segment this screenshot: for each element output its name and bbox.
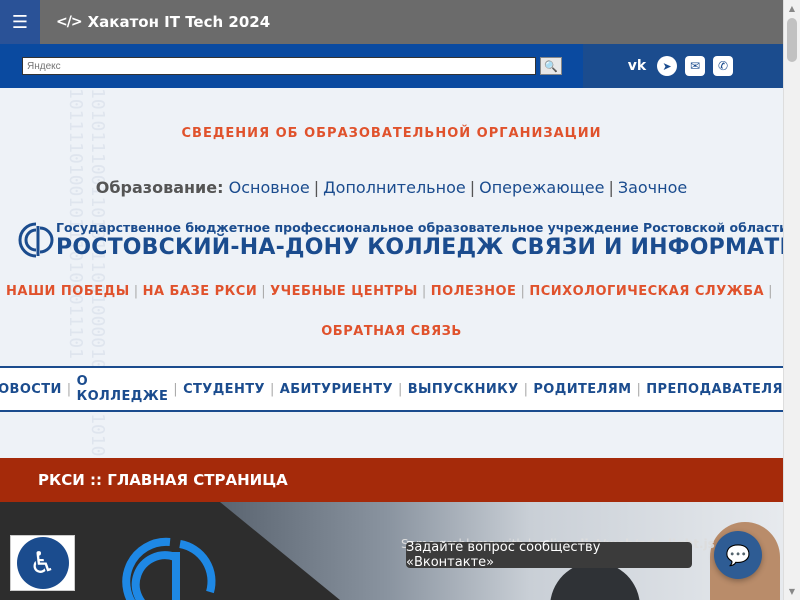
page-scrollbar[interactable]: ▲ ▼: [783, 0, 800, 600]
nav-teachers[interactable]: ПРЕПОДАВАТЕЛЯМ: [646, 382, 783, 397]
feedback-link[interactable]: ОБРАТНАЯ СВЯЗЬ: [0, 324, 783, 339]
page-title-bar: РКСИ :: ГЛАВНАЯ СТРАНИЦА: [0, 458, 783, 502]
separator: |: [469, 178, 476, 197]
college-logo-icon: [18, 222, 54, 258]
education-link-basic[interactable]: Основное: [229, 178, 310, 197]
secondary-nav: НАШИ ПОБЕДЫ | НА БАЗЕ РКСИ | УЧЕБНЫЕ ЦЕНТРЫ |…: [0, 284, 783, 299]
main-nav: НОВОСТИ| О КОЛЛЕДЖЕ| СТУДЕНТУ| АБИТУРИЕН…: [0, 366, 783, 412]
separator: |: [520, 284, 526, 299]
mail-icon[interactable]: ✉: [685, 56, 705, 76]
separator: |: [397, 381, 403, 397]
college-brand[interactable]: Государственное бюджетное профессиональн…: [18, 218, 783, 268]
vk-chat-button[interactable]: 💬: [714, 531, 762, 579]
education-row: Образование: Основное | Дополнительное | Опе…: [0, 178, 783, 197]
nav-victories[interactable]: НАШИ ПОБЕДЫ: [6, 284, 130, 299]
site-header: 1010111001101011100100001010011010101111…: [0, 88, 783, 458]
nav-on-base[interactable]: НА БАЗЕ РКСИ: [143, 284, 258, 299]
college-subtitle: Государственное бюджетное профессиональн…: [56, 220, 783, 235]
nav-graduate[interactable]: ВЫПУСКНИКУ: [408, 382, 519, 397]
info-organization-link[interactable]: СВЕДЕНИЯ ОБ ОБРАЗОВАТЕЛЬНОЙ ОРГАНИЗАЦИИ: [0, 126, 783, 141]
nav-about[interactable]: О КОЛЛЕДЖЕ: [77, 374, 169, 404]
education-link-extramural[interactable]: Заочное: [618, 178, 687, 197]
code-icon: </>: [56, 14, 83, 30]
separator: |: [768, 284, 773, 299]
search-icon: 🔍: [544, 59, 558, 73]
scroll-down-arrow-icon[interactable]: ▼: [784, 583, 800, 600]
hamburger-icon: ☰: [11, 11, 29, 33]
college-title: РОСТОВСКИЙ-НА-ДОНУ КОЛЛЕДЖ СВЯЗИ И ИНФОР…: [56, 235, 783, 260]
hero-logo-icon: [122, 537, 216, 600]
accessibility-icon: ♿: [16, 537, 69, 589]
separator: |: [421, 284, 427, 299]
search-panel: 🔍: [0, 44, 583, 88]
brand-title: Хакатон IT Tech 2024: [87, 13, 271, 31]
nav-parents[interactable]: РОДИТЕЛЯМ: [533, 382, 631, 397]
education-link-additional[interactable]: Дополнительное: [323, 178, 466, 197]
separator: |: [261, 284, 267, 299]
separator: |: [133, 284, 139, 299]
telegram-icon[interactable]: ➤: [657, 56, 677, 76]
education-label: Образование:: [95, 178, 224, 197]
separator: |: [523, 381, 529, 397]
search-input[interactable]: [22, 57, 536, 75]
vk-tooltip-text: Задайте вопрос сообществу «Вконтакте»: [406, 540, 601, 570]
separator: |: [636, 381, 642, 397]
search-row: 🔍 vk ➤ ✉ ✆: [0, 44, 783, 88]
nav-student[interactable]: СТУДЕНТУ: [183, 382, 265, 397]
separator: |: [66, 381, 72, 397]
separator: |: [313, 178, 320, 197]
chat-icon: 💬: [725, 543, 751, 567]
top-bar: ☰ </> Хакатон IT Tech 2024: [0, 0, 783, 44]
education-link-advanced[interactable]: Опережающее: [479, 178, 604, 197]
vk-question-tooltip: Задайте вопрос сообществу «Вконтакте»: [406, 540, 692, 570]
social-links: vk ➤ ✉ ✆: [583, 44, 783, 88]
separator: |: [269, 381, 275, 397]
scroll-thumb[interactable]: [787, 18, 797, 62]
nav-news[interactable]: НОВОСТИ: [0, 382, 62, 397]
accessibility-button[interactable]: ♿: [10, 535, 75, 591]
phone-icon[interactable]: ✆: [713, 56, 733, 76]
page-title: РКСИ :: ГЛАВНАЯ СТРАНИЦА: [38, 471, 288, 489]
nav-applicant[interactable]: АБИТУРИЕНТУ: [280, 382, 393, 397]
separator: |: [173, 381, 179, 397]
vk-icon[interactable]: vk: [625, 54, 649, 78]
nav-training-centers[interactable]: УЧЕБНЫЕ ЦЕНТРЫ: [270, 284, 418, 299]
hamburger-menu-button[interactable]: ☰: [0, 0, 40, 44]
nav-psych-service[interactable]: ПСИХОЛОГИЧЕСКАЯ СЛУЖБА: [529, 284, 764, 299]
brand[interactable]: </> Хакатон IT Tech 2024: [56, 13, 270, 31]
scroll-up-arrow-icon[interactable]: ▲: [784, 0, 800, 17]
separator: |: [608, 178, 614, 197]
nav-useful[interactable]: ПОЛЕЗНОЕ: [431, 284, 517, 299]
search-button[interactable]: 🔍: [540, 57, 562, 75]
